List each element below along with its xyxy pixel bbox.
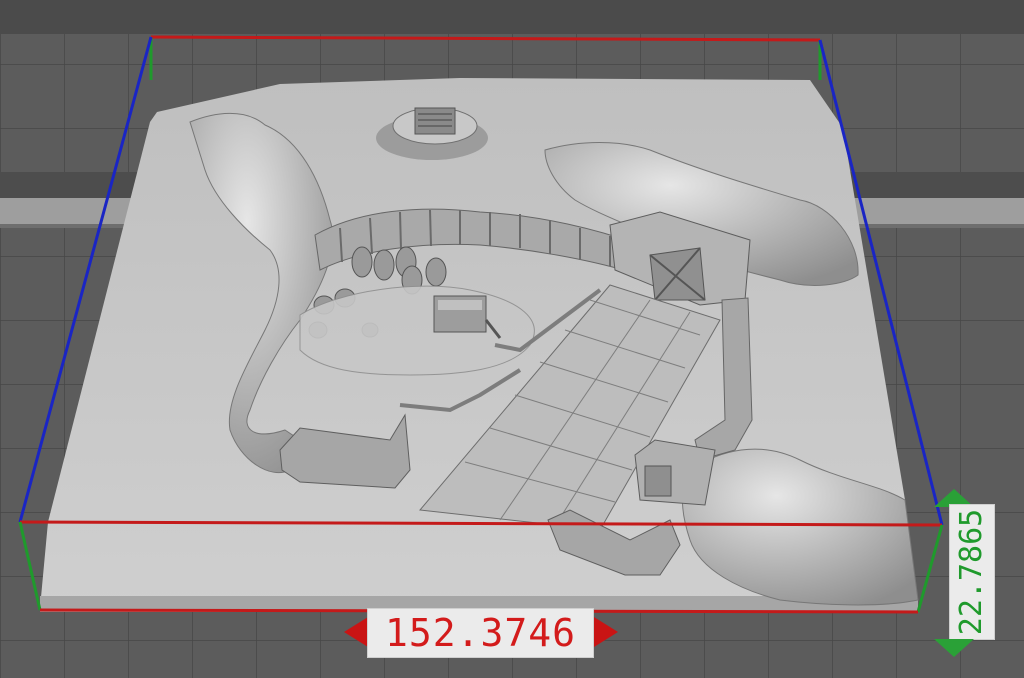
depth-decrease-arrow-icon[interactable] (934, 639, 974, 657)
depth-dimension-label[interactable]: 22.7865 (949, 504, 995, 640)
side-building (634, 439, 716, 506)
mud-patch (299, 285, 535, 376)
width-decrease-arrow-icon[interactable] (344, 617, 368, 647)
depth-dimension-panel[interactable]: 22.7865 (926, 504, 1020, 644)
3d-viewport[interactable] (0, 0, 1024, 678)
width-dimension-label[interactable]: 152.3746 (367, 608, 594, 658)
width-increase-arrow-icon[interactable] (594, 617, 618, 647)
terrain-model[interactable] (40, 78, 919, 612)
